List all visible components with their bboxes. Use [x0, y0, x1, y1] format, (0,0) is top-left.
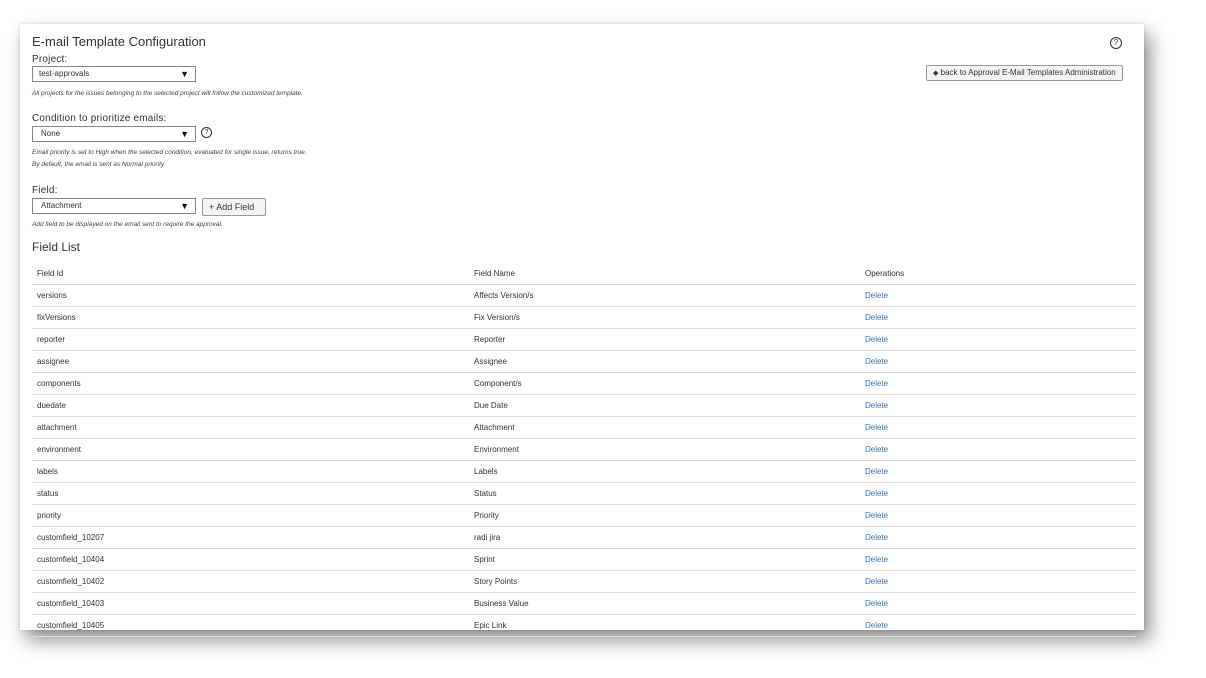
table-header-row: Field Id Field Name Operations: [32, 262, 1136, 285]
delete-link[interactable]: Delete: [860, 504, 1136, 527]
field-label: Field:: [32, 185, 58, 196]
delete-link[interactable]: Delete: [860, 482, 1136, 505]
field-id: reporter: [32, 328, 469, 351]
table-row: duedate Due Date Delete: [32, 394, 1136, 417]
table-row: assignee Assignee Delete: [32, 350, 1136, 373]
config-panel: E-mail Template Configuration ? ◆ back t…: [20, 24, 1144, 637]
delete-link[interactable]: Delete: [860, 614, 1136, 637]
help-icon[interactable]: ?: [201, 127, 212, 138]
table-row: versions Affects Version/s Delete: [32, 284, 1136, 307]
field-name: Due Date: [469, 394, 860, 417]
header-operations: Operations: [860, 262, 1136, 285]
table-row: customfield_10207 radi jira Delete: [32, 526, 1136, 549]
delete-link[interactable]: Delete: [860, 284, 1136, 307]
field-list-title: Field List: [32, 240, 81, 254]
field-id: customfield_10207: [32, 526, 469, 549]
field-id: customfield_10402: [32, 570, 469, 593]
field-id: environment: [32, 438, 469, 461]
delete-link[interactable]: Delete: [860, 570, 1136, 593]
field-name: Priority: [469, 504, 860, 527]
delete-link[interactable]: Delete: [860, 548, 1136, 571]
table-row: customfield_10404 Sprint Delete: [32, 548, 1136, 571]
table-row: customfield_10402 Story Points Delete: [32, 570, 1136, 593]
field-name: Attachment: [469, 416, 860, 439]
field-name: Assignee: [469, 350, 860, 373]
delete-link[interactable]: Delete: [860, 526, 1136, 549]
field-id: fixVersions: [32, 306, 469, 329]
project-label: Project:: [32, 54, 68, 65]
project-hint: All projects for the issues belonging to…: [32, 90, 303, 97]
field-id: customfield_10403: [32, 592, 469, 615]
field-id: components: [32, 372, 469, 395]
field-name: Fix Version/s: [469, 306, 860, 329]
page-title: E-mail Template Configuration: [32, 34, 206, 49]
field-id: customfield_10405: [32, 614, 469, 637]
delete-link[interactable]: Delete: [860, 328, 1136, 351]
field-id: attachment: [32, 416, 469, 439]
field-select[interactable]: Attachment ▼: [32, 198, 196, 214]
field-name: Environment: [469, 438, 860, 461]
table-row: status Status Delete: [32, 482, 1136, 505]
delete-link[interactable]: Delete: [860, 306, 1136, 329]
field-id: status: [32, 482, 469, 505]
table-row: components Component/s Delete: [32, 372, 1136, 395]
delete-link[interactable]: Delete: [860, 460, 1136, 483]
field-id: priority: [32, 504, 469, 527]
field-name: radi jira: [469, 526, 860, 549]
chevron-down-icon: ▼: [180, 129, 189, 139]
delete-link[interactable]: Delete: [860, 394, 1136, 417]
back-button-label: back to Approval E-Mail Templates Admini…: [940, 68, 1116, 77]
delete-link[interactable]: Delete: [860, 372, 1136, 395]
field-name: Epic Link: [469, 614, 860, 637]
field-hint: Add field to be displayed on the email s…: [32, 221, 223, 228]
condition-label: Condition to prioritize emails:: [32, 113, 167, 124]
delete-link[interactable]: Delete: [860, 350, 1136, 373]
field-id: labels: [32, 460, 469, 483]
project-select-value: test-approvals: [39, 69, 90, 78]
table-row: priority Priority Delete: [32, 504, 1136, 527]
field-name: Reporter: [469, 328, 860, 351]
condition-hint-1: Email priority is set to High when the s…: [32, 149, 307, 156]
field-id: assignee: [32, 350, 469, 373]
table-row: fixVersions Fix Version/s Delete: [32, 306, 1136, 329]
table-row: labels Labels Delete: [32, 460, 1136, 483]
add-field-button[interactable]: + Add Field: [202, 198, 266, 216]
table-row: customfield_10405 Epic Link Delete: [32, 614, 1136, 637]
field-select-value: Attachment: [41, 201, 82, 210]
table-row: customfield_10403 Business Value Delete: [32, 592, 1136, 615]
field-id: customfield_10404: [32, 548, 469, 571]
field-name: Component/s: [469, 372, 860, 395]
project-select[interactable]: test-approvals ▼: [32, 66, 196, 82]
chevron-down-icon: ▼: [180, 201, 189, 211]
header-field-id: Field Id: [32, 262, 469, 285]
table-row: attachment Attachment Delete: [32, 416, 1136, 439]
condition-select-value: None: [41, 129, 61, 138]
field-id: versions: [32, 284, 469, 307]
field-name: Affects Version/s: [469, 284, 860, 307]
chevron-down-icon: ▼: [180, 69, 189, 79]
field-list-table: Field Id Field Name Operations versions A…: [32, 262, 1136, 637]
delete-link[interactable]: Delete: [860, 416, 1136, 439]
field-id: duedate: [32, 394, 469, 417]
field-name: Story Points: [469, 570, 860, 593]
field-name: Labels: [469, 460, 860, 483]
header-field-name: Field Name: [469, 262, 860, 285]
field-name: Sprint: [469, 548, 860, 571]
field-name: Business Value: [469, 592, 860, 615]
table-row: reporter Reporter Delete: [32, 328, 1136, 351]
condition-hint-2: By default, the email is sent as Normal …: [32, 161, 165, 168]
table-row: environment Environment Delete: [32, 438, 1136, 461]
back-button[interactable]: ◆ back to Approval E-Mail Templates Admi…: [926, 65, 1123, 81]
field-name: Status: [469, 482, 860, 505]
delete-link[interactable]: Delete: [860, 438, 1136, 461]
diamond-icon: ◆: [933, 70, 939, 77]
condition-select[interactable]: None ▼: [32, 126, 196, 142]
help-icon[interactable]: ?: [1110, 37, 1122, 49]
delete-link[interactable]: Delete: [860, 592, 1136, 615]
